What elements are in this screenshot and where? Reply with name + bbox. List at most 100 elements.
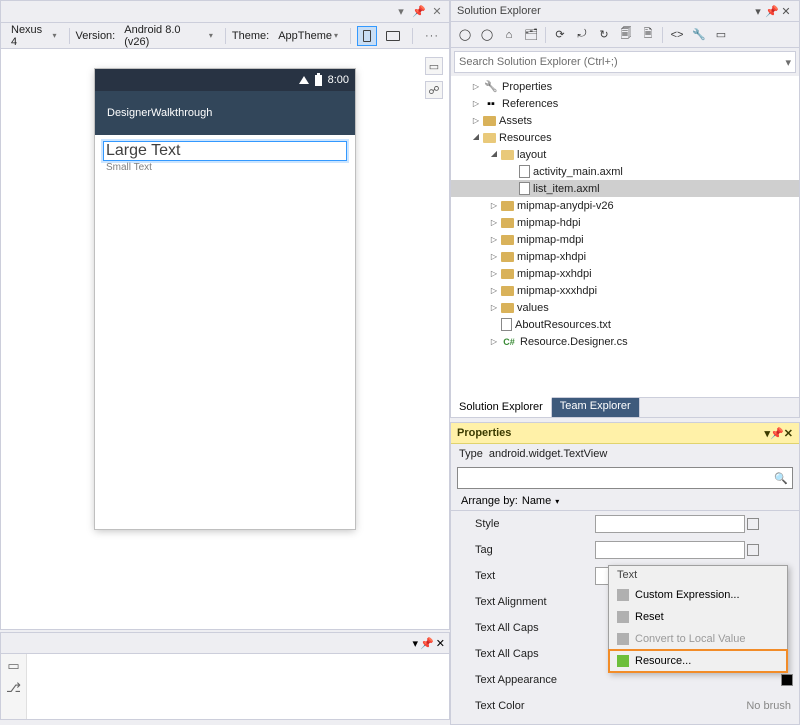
popup-header: Text bbox=[609, 566, 787, 584]
folder-icon bbox=[483, 116, 496, 126]
designer-toolbar: Nexus 4 Version: Android 8.0 (v26) Theme… bbox=[1, 23, 449, 49]
sync-icon[interactable]: 🗂 bbox=[521, 25, 541, 45]
toolbar-separator bbox=[412, 28, 413, 44]
solution-explorer-title: Solution Explorer ▾ 📌 ✕ bbox=[451, 1, 799, 22]
show-all-icon[interactable]: ⤾ bbox=[572, 25, 592, 45]
close-icon[interactable]: ✕ bbox=[784, 427, 793, 440]
pointer-tool-icon[interactable]: ▭ bbox=[7, 658, 19, 674]
folder-icon bbox=[501, 303, 514, 313]
bottom-tool-strip: ▭ ⎇ bbox=[1, 654, 27, 719]
close-icon[interactable]: ✕ bbox=[436, 637, 445, 650]
tool-window-tabs: Solution Explorer Team Explorer bbox=[451, 397, 799, 417]
scope-icon[interactable]: ⟳ bbox=[550, 25, 570, 45]
overflow-button[interactable]: ··· bbox=[419, 26, 445, 46]
wrench-icon bbox=[483, 80, 499, 94]
tree-node-mipmap-anydpi[interactable]: mipmap-anydpi-v26 bbox=[451, 197, 799, 214]
properties-search[interactable]: 🔍 bbox=[457, 467, 793, 489]
close-icon[interactable]: ✕ bbox=[779, 5, 793, 18]
large-textview[interactable]: Large Text bbox=[103, 141, 347, 161]
app-bar: DesignerWalkthrough bbox=[95, 91, 355, 135]
tree-node-references[interactable]: ▪▪References bbox=[451, 95, 799, 112]
tab-team-explorer[interactable]: Team Explorer bbox=[552, 398, 640, 417]
battery-icon bbox=[315, 75, 322, 86]
collapse-all-icon[interactable]: 🗐 bbox=[616, 25, 636, 45]
properties-arrange[interactable]: Arrange by: Name ▾ bbox=[451, 492, 799, 510]
folder-icon bbox=[501, 201, 514, 211]
window-dropdown-icon[interactable]: ▾ bbox=[751, 5, 765, 18]
properties-icon[interactable]: 🗎 bbox=[638, 25, 658, 45]
prop-row-text-color[interactable]: Text ColorNo brush bbox=[451, 693, 799, 719]
popup-custom-expression[interactable]: Custom Expression... bbox=[609, 584, 787, 606]
surface-tool-link-icon[interactable]: ☍ bbox=[425, 81, 443, 99]
references-icon: ▪▪ bbox=[483, 97, 499, 111]
tree-node-values[interactable]: values bbox=[451, 299, 799, 316]
folder-open-icon bbox=[483, 133, 496, 143]
tree-node-assets[interactable]: Assets bbox=[451, 112, 799, 129]
tab-solution-explorer[interactable]: Solution Explorer bbox=[451, 397, 552, 417]
small-textview[interactable]: Small Text bbox=[103, 161, 347, 174]
theme-selector[interactable]: AppTheme bbox=[272, 26, 344, 46]
popup-convert-local: Convert to Local Value bbox=[609, 628, 787, 650]
nav-forward-icon[interactable]: ◯ bbox=[477, 25, 497, 45]
wifi-icon bbox=[299, 76, 309, 84]
solution-explorer-search[interactable]: Search Solution Explorer (Ctrl+;) ▾ bbox=[454, 51, 796, 73]
pin-icon[interactable]: 📌 bbox=[411, 4, 427, 20]
popup-reset[interactable]: Reset bbox=[609, 606, 787, 628]
bottom-tool-panel: ▾ 📌 ✕ ▭ ⎇ bbox=[0, 632, 450, 720]
window-dropdown-icon[interactable]: ▾ bbox=[393, 4, 409, 20]
refresh-icon[interactable]: ↻ bbox=[594, 25, 614, 45]
close-icon[interactable]: ✕ bbox=[429, 4, 445, 20]
tree-node-layout[interactable]: layout bbox=[451, 146, 799, 163]
clock-text: 8:00 bbox=[328, 74, 349, 86]
phone-frame: 8:00 DesignerWalkthrough Large Text Smal… bbox=[95, 69, 355, 529]
wrench-icon[interactable]: 🔧 bbox=[689, 25, 709, 45]
view-code-icon[interactable]: <> bbox=[667, 25, 687, 45]
search-dropdown-icon[interactable]: ▾ bbox=[785, 56, 791, 69]
designer-title-bar: ▾ 📌 ✕ bbox=[1, 1, 449, 23]
square-icon bbox=[617, 611, 629, 623]
tree-node-activity-main[interactable]: activity_main.axml bbox=[451, 163, 799, 180]
preview-icon[interactable]: ▭ bbox=[711, 25, 731, 45]
branch-tool-icon[interactable]: ⎇ bbox=[6, 680, 21, 696]
popup-resource[interactable]: Resource... bbox=[609, 650, 787, 672]
prop-row-style[interactable]: Style bbox=[451, 511, 799, 537]
version-selector[interactable]: Android 8.0 (v26) bbox=[118, 26, 219, 46]
folder-icon bbox=[501, 218, 514, 228]
folder-icon bbox=[501, 252, 514, 262]
file-icon bbox=[519, 165, 530, 178]
resource-square-icon bbox=[617, 655, 629, 667]
square-icon bbox=[617, 633, 629, 645]
solution-explorer-tree[interactable]: Properties ▪▪References Assets Resources… bbox=[451, 76, 799, 397]
tree-node-resource-designer-cs[interactable]: Resource.Designer.cs bbox=[451, 333, 799, 350]
home-icon[interactable]: ⌂ bbox=[499, 25, 519, 45]
surface-tool-region-icon[interactable]: ▭ bbox=[425, 57, 443, 75]
orientation-portrait-button[interactable] bbox=[357, 26, 377, 46]
tree-node-mipmap-xxhdpi[interactable]: mipmap-xxhdpi bbox=[451, 265, 799, 282]
nav-back-icon[interactable]: ◯ bbox=[455, 25, 475, 45]
pin-icon[interactable]: 📌 bbox=[770, 427, 784, 440]
window-dropdown-icon[interactable]: ▾ bbox=[413, 637, 419, 650]
tree-node-mipmap-mdpi[interactable]: mipmap-mdpi bbox=[451, 231, 799, 248]
file-icon bbox=[519, 182, 530, 195]
tree-node-mipmap-hdpi[interactable]: mipmap-hdpi bbox=[451, 214, 799, 231]
properties-type-row: Type android.widget.TextView bbox=[451, 444, 799, 464]
tree-node-mipmap-xxxhdpi[interactable]: mipmap-xxxhdpi bbox=[451, 282, 799, 299]
solution-explorer-panel: Solution Explorer ▾ 📌 ✕ ◯ ◯ ⌂ 🗂 ⟳ ⤾ ↻ 🗐 … bbox=[450, 0, 800, 418]
tree-node-resources[interactable]: Resources bbox=[451, 129, 799, 146]
toolbar-separator bbox=[225, 28, 226, 44]
folder-open-icon bbox=[501, 150, 514, 160]
device-selector[interactable]: Nexus 4 bbox=[5, 26, 63, 46]
folder-icon bbox=[501, 269, 514, 279]
pin-icon[interactable]: 📌 bbox=[765, 5, 779, 18]
chevron-down-icon: ▾ bbox=[555, 497, 559, 506]
design-surface[interactable]: ▭ ☍ 8:00 DesignerWalkthrough Large Text … bbox=[1, 49, 449, 629]
tree-node-mipmap-xhdpi[interactable]: mipmap-xhdpi bbox=[451, 248, 799, 265]
search-icon: 🔍 bbox=[774, 472, 788, 485]
pin-icon[interactable]: 📌 bbox=[420, 637, 434, 650]
tree-node-list-item[interactable]: list_item.axml bbox=[451, 180, 799, 197]
csharp-file-icon bbox=[501, 335, 517, 349]
tree-node-about-resources[interactable]: AboutResources.txt bbox=[451, 316, 799, 333]
orientation-landscape-button[interactable] bbox=[380, 26, 406, 46]
tree-node-properties[interactable]: Properties bbox=[451, 78, 799, 95]
prop-row-tag[interactable]: Tag bbox=[451, 537, 799, 563]
